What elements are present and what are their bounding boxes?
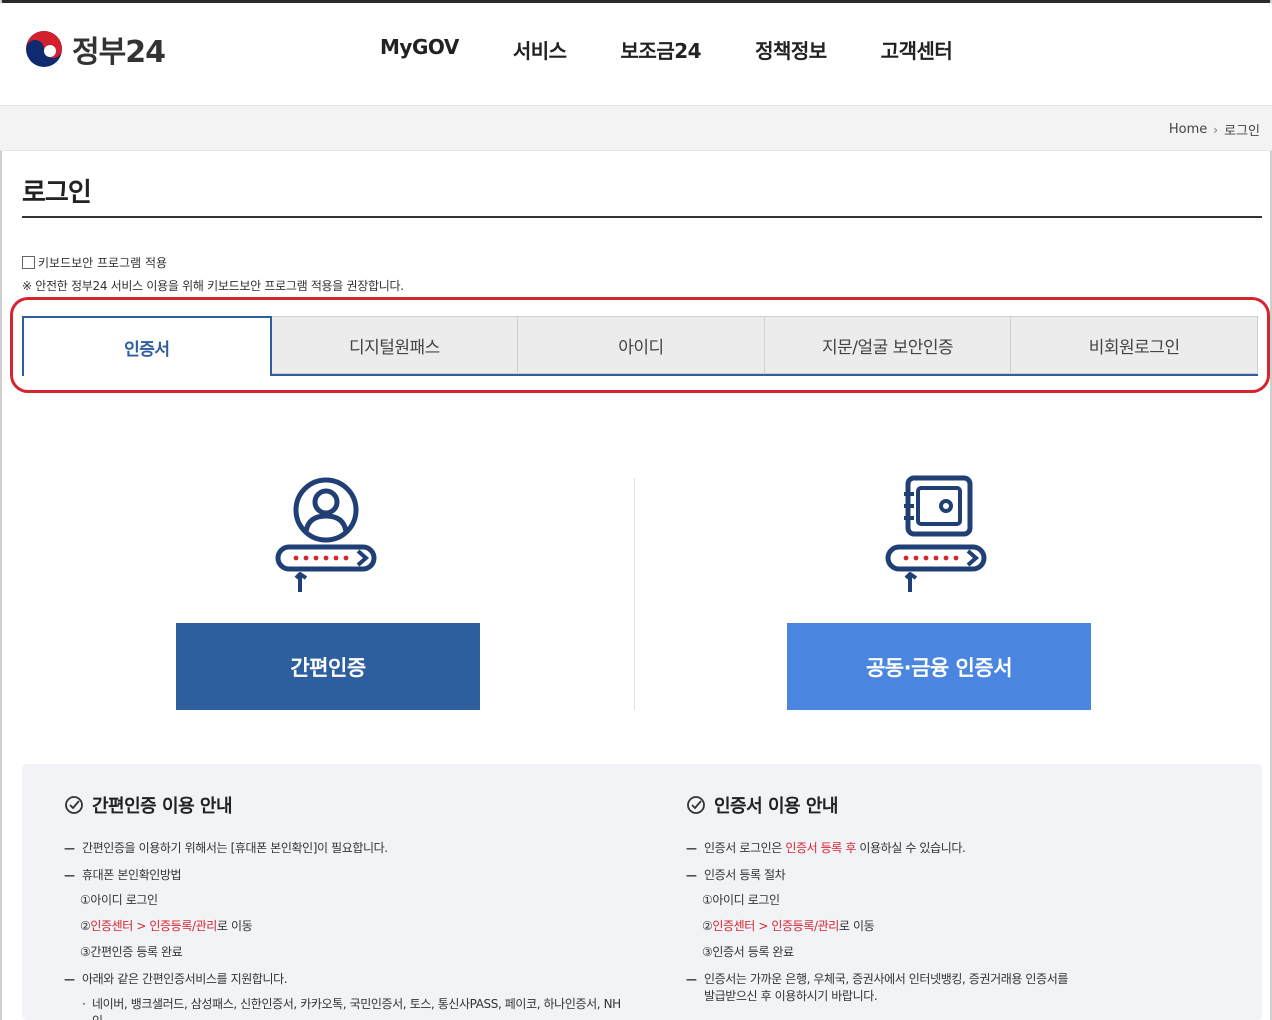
frame-left [0,0,2,1020]
keyboard-security-label: 키보드보안 프로그램 적용 [38,256,168,270]
steps-list: ①아이디 로그인 ②인증센터 > 인증등록/관리로 이동 ③인증서 등록 완료 [702,892,1246,961]
simple-auth-button[interactable]: 간편인증 [176,623,480,710]
keyboard-security-option[interactable]: 키보드보안 프로그램 적용 [22,254,404,271]
steps-list: ①아이디 로그인 ②인증센터 > 인증등록/관리로 이동 ③간편인증 등록 완료 [80,892,624,961]
title-divider [22,216,1262,218]
tab-biometric[interactable]: 지문/얼굴 보안인증 [764,316,1012,374]
keyboard-security-note: ※ 안전한 정부24 서비스 이용을 위해 키보드보안 프로그램 적용을 권장합… [22,279,404,293]
step-suffix: 로 이동 [838,919,875,933]
taegeuk-logo-icon [26,31,62,67]
simple-auth-icon [275,477,377,592]
simple-auth-guide-heading: 간편인증 이용 안내 [92,796,233,817]
certificate-login-button[interactable]: 공동·금융 인증서 [787,623,1091,710]
step-number: ② [80,919,91,933]
emphasis-text: 인증서 등록 후 [785,841,856,855]
list-item-text: 인증서 등록 절차 [704,868,786,882]
nav-subsidy24[interactable]: 보조금24 [621,35,702,64]
nav-policy-info[interactable]: 정책정보 [755,35,827,64]
options-divider [634,478,635,710]
nav-mygov[interactable]: MyGOV [380,35,459,64]
certificate-guide: 인증서 이용 안내 인증서 로그인은 인증서 등록 후 이용하실 수 있습니다.… [686,792,1246,1015]
list-item: 인증서 등록 절차 ①아이디 로그인 ②인증센터 > 인증등록/관리로 이동 ③… [686,867,1246,961]
step-path-emphasis: 인증센터 > 인증등록/관리 [90,919,217,933]
step-item: ②인증센터 > 인증등록/관리로 이동 [702,918,1246,935]
breadcrumb-chevron-icon: › [1213,122,1219,137]
step-item: ②인증센터 > 인증등록/관리로 이동 [80,918,624,935]
step-item: ①아이디 로그인 [702,893,780,907]
certificate-guide-list: 인증서 로그인은 인증서 등록 후 이용하실 수 있습니다. 인증서 등록 절차… [686,840,1246,1005]
keyboard-security-checkbox[interactable] [22,256,35,269]
list-item: 아래와 같은 간편인증서비스를 지원합니다. 네이버, 뱅크샐러드, 삼성패스,… [64,971,624,1020]
breadcrumb: Home › 로그인 [1169,120,1260,139]
list-item: 휴대폰 본인확인방법 ①아이디 로그인 ②인증센터 > 인증등록/관리로 이동 … [64,867,624,961]
tab-id[interactable]: 아이디 [518,316,765,374]
list-item-text: 인증서는 가까운 은행, 우체국, 증권사에서 인터넷뱅킹, 증권거래용 인증서… [704,972,1068,986]
breadcrumb-current: 로그인 [1224,124,1260,139]
keyboard-security: 키보드보안 프로그램 적용 ※ 안전한 정부24 서비스 이용을 위해 키보드보… [22,254,404,294]
step-suffix: 로 이동 [216,919,253,933]
check-circle-icon [687,796,705,814]
tab-non-member[interactable]: 비회원로그인 [1011,316,1258,374]
step-item: ③인증서 등록 완료 [702,945,794,959]
list-item: 인증서는 가까운 은행, 우체국, 증권사에서 인터넷뱅킹, 증권거래용 인증서… [686,971,1246,1005]
step-item: ①아이디 로그인 [80,893,158,907]
logo-text: 정부24 [72,35,166,70]
check-circle-icon [65,796,83,814]
nav-customer-center[interactable]: 고객센터 [881,35,953,64]
certificate-guide-title: 인증서 이용 안내 [686,792,1246,818]
nav-services[interactable]: 서비스 [513,35,567,64]
list-item-text: 발급받으신 후 이용하시기 바랍니다. [704,989,878,1003]
main-nav: MyGOV 서비스 보조금24 정책정보 고객센터 [380,35,1006,64]
step-item: ③간편인증 등록 완료 [80,945,183,959]
list-item: 간편인증을 이용하기 위해서는 [휴대폰 본인확인]이 필요합니다. [64,840,624,857]
tab-digital-onepass[interactable]: 디지털원패스 [271,316,519,374]
provider-list: 네이버, 뱅크샐러드, 삼성패스, 신한인증서, 카카오톡, 국민인증서, 토스… [82,996,624,1020]
site-logo[interactable]: 정부24 [24,27,166,71]
login-method-tabs: 인증서 디지털원패스 아이디 지문/얼굴 보안인증 비회원로그인 [22,316,1258,376]
tab-certificate[interactable]: 인증서 [22,316,272,376]
page-title: 로그인 [22,178,92,208]
list-item-text: 이용하실 수 있습니다. [855,841,966,855]
list-item-text: 휴대폰 본인확인방법 [82,868,182,882]
step-path-emphasis: 인증센터 > 인증등록/관리 [712,919,839,933]
breadcrumb-home[interactable]: Home [1169,122,1207,137]
list-item-text: 아래와 같은 간편인증서비스를 지원합니다. [82,972,288,986]
certificate-guide-heading: 인증서 이용 안내 [714,796,838,817]
simple-auth-guide: 간편인증 이용 안내 간편인증을 이용하기 위해서는 [휴대폰 본인확인]이 필… [64,792,624,1020]
usage-guide-panel: 간편인증 이용 안내 간편인증을 이용하기 위해서는 [휴대폰 본인확인]이 필… [22,764,1262,1020]
step-number: ② [702,919,713,933]
simple-auth-guide-title: 간편인증 이용 안내 [64,792,624,818]
breadcrumb-bar: Home › 로그인 [0,105,1272,151]
site-header: 정부24 MyGOV 서비스 보조금24 정책정보 고객센터 [0,3,1272,105]
simple-auth-guide-list: 간편인증을 이용하기 위해서는 [휴대폰 본인확인]이 필요합니다. 휴대폰 본… [64,840,624,1020]
list-item: 인증서 로그인은 인증서 등록 후 이용하실 수 있습니다. [686,840,1246,857]
certificate-safe-icon [885,475,987,592]
list-item-text: 인증서 로그인은 [704,841,786,855]
